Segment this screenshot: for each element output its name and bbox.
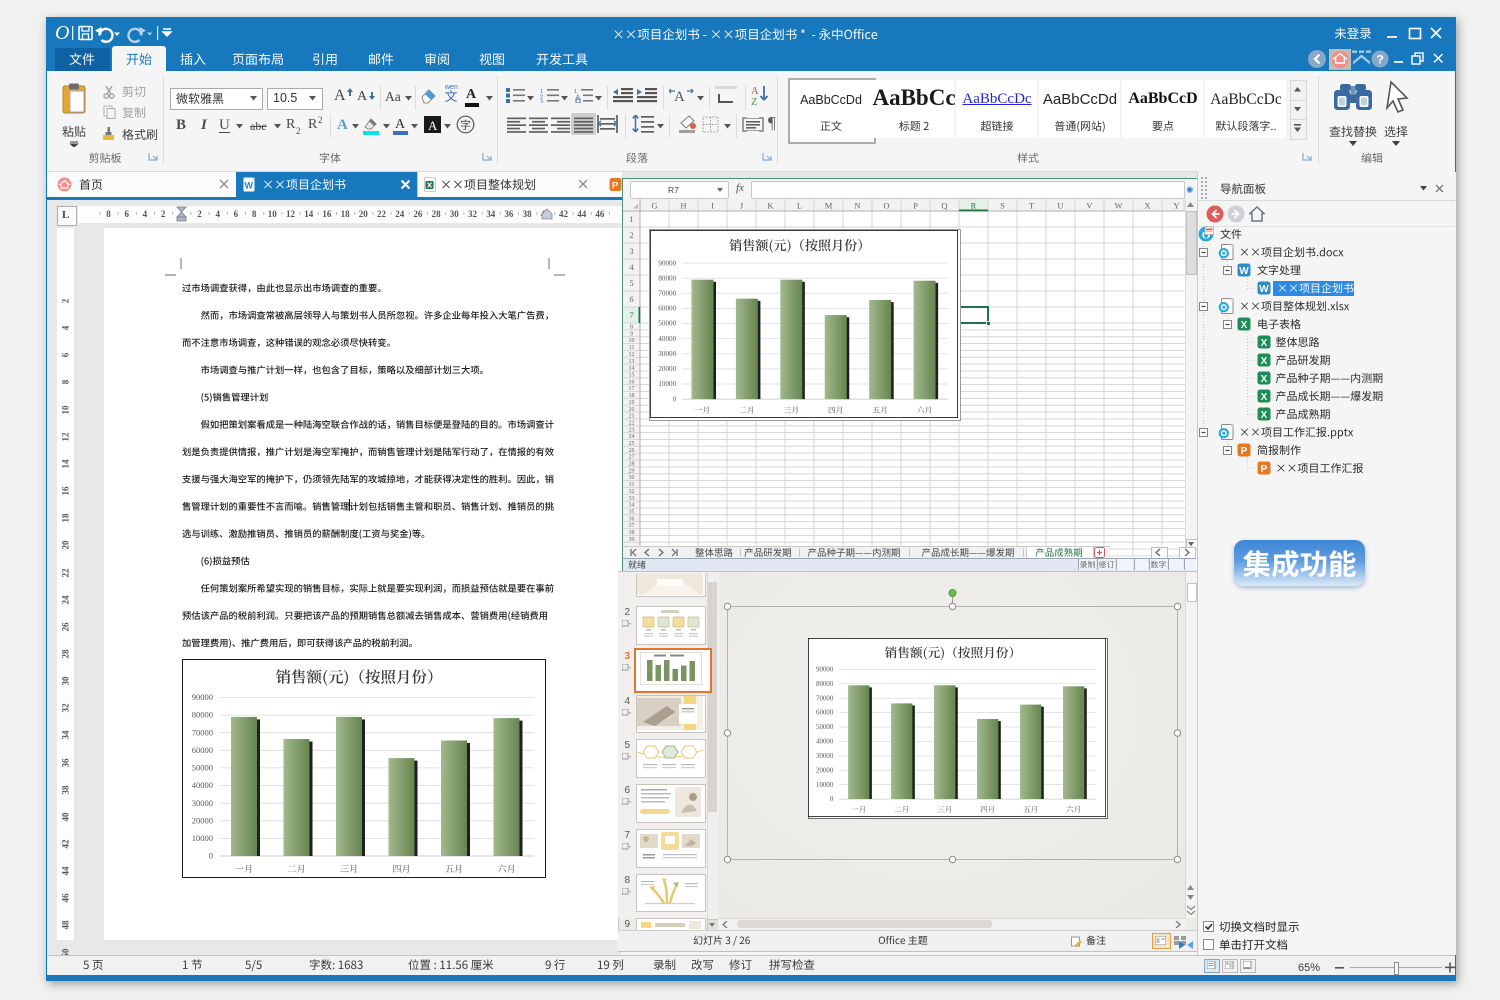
svg-text:X: X xyxy=(1261,392,1268,403)
svg-text:Q: Q xyxy=(941,201,947,211)
svg-text:M: M xyxy=(825,201,833,211)
svg-text:P: P xyxy=(913,201,918,211)
svg-text:W: W xyxy=(245,181,254,191)
svg-text:N: N xyxy=(854,201,860,211)
svg-text:K: K xyxy=(767,201,774,211)
svg-text:R: R xyxy=(971,201,977,211)
svg-text:7: 7 xyxy=(629,310,633,320)
svg-text:H: H xyxy=(680,201,686,211)
svg-text:1: 1 xyxy=(629,214,633,224)
svg-text:✺: ✺ xyxy=(1186,185,1194,194)
svg-text:X: X xyxy=(1144,201,1150,211)
svg-text:W: W xyxy=(1259,284,1269,295)
svg-text:T: T xyxy=(1029,201,1035,211)
svg-text:X: X xyxy=(1261,374,1268,385)
svg-text:P: P xyxy=(1241,446,1248,457)
svg-text:X: X xyxy=(1241,320,1248,331)
svg-text:W: W xyxy=(1239,266,1249,277)
svg-text:W: W xyxy=(1114,201,1122,211)
svg-text:3: 3 xyxy=(629,246,633,256)
svg-text:S: S xyxy=(1000,201,1005,211)
svg-text:X: X xyxy=(1261,338,1268,349)
svg-text:6: 6 xyxy=(629,294,633,304)
svg-text:U: U xyxy=(1057,201,1063,211)
svg-text:P: P xyxy=(1261,464,1268,475)
svg-text:3: 3 xyxy=(540,100,543,104)
svg-text:?: ? xyxy=(1377,53,1384,67)
svg-text:X: X xyxy=(1261,410,1268,421)
svg-text:O: O xyxy=(883,201,889,211)
svg-text:O: O xyxy=(55,22,69,44)
svg-text:I: I xyxy=(711,201,714,211)
svg-text:2: 2 xyxy=(629,230,633,240)
svg-text:P: P xyxy=(612,181,619,192)
svg-text:L: L xyxy=(797,201,802,211)
svg-text:X: X xyxy=(1261,356,1268,367)
svg-text:A: A xyxy=(576,95,580,101)
svg-text:Y: Y xyxy=(1173,201,1179,211)
svg-text:5: 5 xyxy=(629,278,633,288)
svg-text:G: G xyxy=(651,201,657,211)
svg-text:V: V xyxy=(1086,201,1093,211)
